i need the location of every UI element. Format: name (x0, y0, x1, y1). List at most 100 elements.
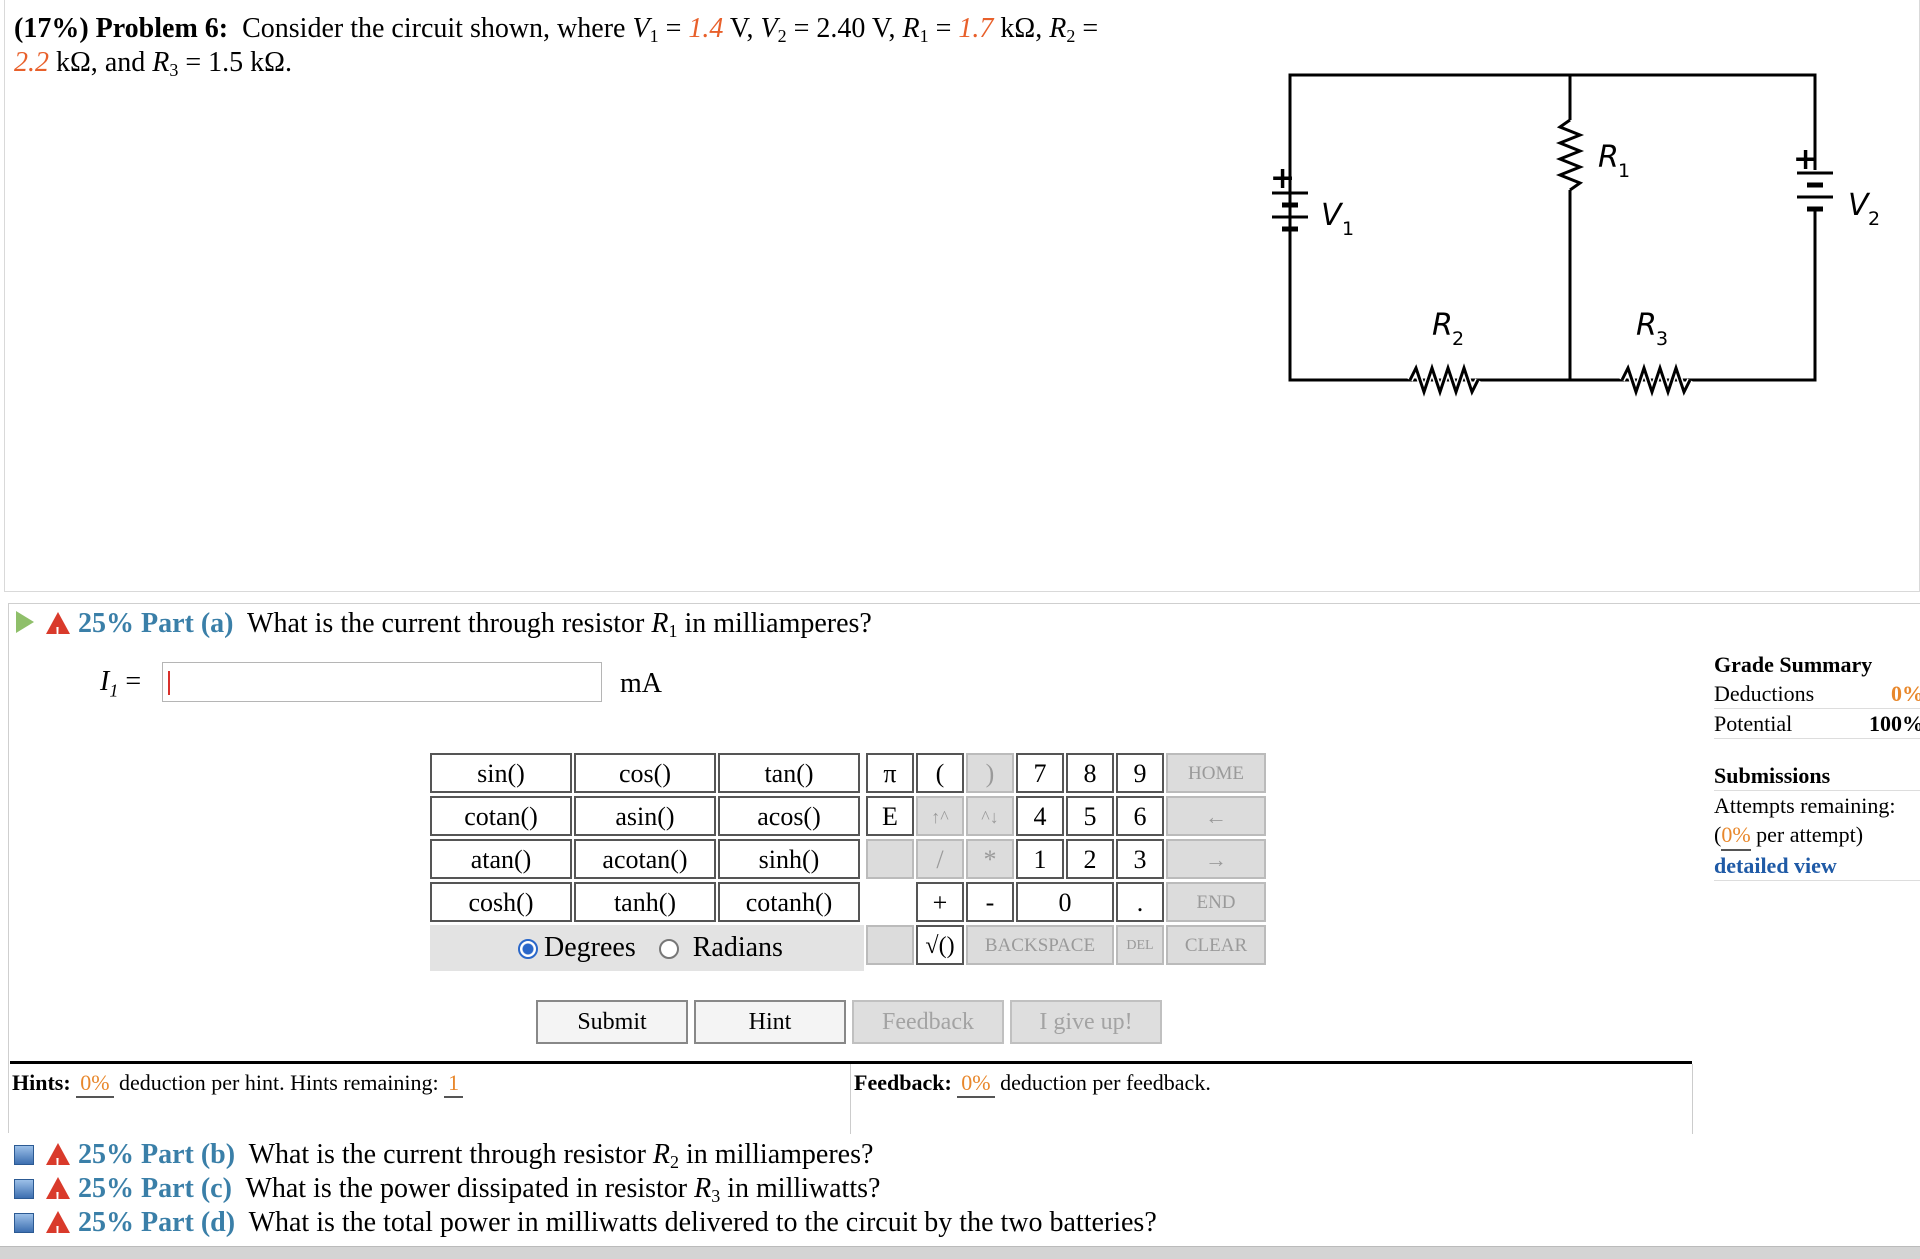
calc-power-down-button[interactable]: ^↓ (966, 796, 1014, 836)
part-d-header[interactable]: 25% Part (d) What is the total power in … (14, 1206, 1157, 1249)
collapsed-icon[interactable] (14, 1145, 34, 1165)
collapsed-icon[interactable] (14, 1213, 34, 1233)
calc-acotan-button[interactable]: acotan() (574, 839, 716, 879)
r1-zigzag (1555, 118, 1585, 192)
calc-clear-button[interactable]: CLEAR (1166, 925, 1266, 965)
calc-del-button[interactable]: DEL (1116, 925, 1164, 965)
calc-pi-button[interactable]: π (866, 753, 914, 793)
calc-cotan-button[interactable]: cotan() (430, 796, 572, 836)
submit-button[interactable]: Submit (536, 1000, 688, 1044)
feedback-button[interactable]: Feedback (852, 1000, 1004, 1044)
calc-sinh-button[interactable]: sinh() (718, 839, 860, 879)
calc-0-button[interactable]: 0 (1016, 882, 1114, 922)
part-d-question: What is the total power in milliwatts de… (248, 1207, 1157, 1238)
calc-3-button[interactable]: 3 (1116, 839, 1164, 879)
calc-sin-button[interactable]: sin() (430, 753, 572, 793)
hints-feedback-right-edge (1692, 1064, 1693, 1134)
hints-info: Hints: 0% deduction per hint. Hints rema… (12, 1070, 464, 1098)
circuit-diagram: + V 1 + V 2 R 1 R 2 R 3 (1270, 73, 1880, 402)
give-up-button[interactable]: I give up! (1010, 1000, 1162, 1044)
radians-radio[interactable] (658, 939, 679, 959)
calc-empty-button-2 (866, 925, 914, 965)
text-caret (168, 671, 170, 695)
calc-empty-button (866, 839, 914, 879)
hints-feedback-separator (850, 1064, 851, 1134)
feedback-text: deduction per feedback. (1000, 1070, 1211, 1095)
degrees-label[interactable]: Degrees (544, 932, 636, 963)
collapsed-icon[interactable] (14, 1179, 34, 1199)
submissions-title: Submissions (1714, 763, 1831, 788)
part-c-question-end: in milliwatts? (727, 1173, 881, 1204)
calc-6-button[interactable]: 6 (1116, 796, 1164, 836)
wire-bottom (1288, 245, 1817, 382)
part-b-symbol: R (652, 1139, 671, 1170)
calc-1-button[interactable]: 1 (1016, 839, 1064, 879)
grade-summary-title: Grade Summary (1714, 652, 1873, 677)
calc-2-button[interactable]: 2 (1066, 839, 1114, 879)
calc-minus-button[interactable]: - (966, 882, 1014, 922)
calc-cotanh-button[interactable]: cotanh() (718, 882, 860, 922)
deductions-value: 0% (1891, 681, 1920, 706)
part-d-label: Part (d) (141, 1207, 236, 1238)
potential-value: 100% (1869, 711, 1920, 736)
answer-label: I1 = (100, 666, 141, 702)
part-a-percent: 25% (78, 608, 134, 639)
calc-dot-button[interactable]: . (1116, 882, 1164, 922)
calc-backspace-button[interactable]: BACKSPACE (966, 925, 1114, 965)
per-attempt-text: per attempt) (1756, 822, 1864, 847)
warning-icon (46, 1143, 70, 1181)
calc-home-button[interactable]: HOME (1166, 753, 1266, 793)
calc-tanh-button[interactable]: tanh() (574, 882, 716, 922)
calc-7-button[interactable]: 7 (1016, 753, 1064, 793)
v1-label-sub: 1 (1342, 218, 1354, 240)
radians-label[interactable]: Radians (693, 932, 783, 963)
calc-5-button[interactable]: 5 (1066, 796, 1114, 836)
calc-acos-button[interactable]: acos() (718, 796, 860, 836)
answer-input[interactable] (162, 662, 602, 702)
calc-9-button[interactable]: 9 (1116, 753, 1164, 793)
detailed-view-link[interactable]: detailed view (1714, 853, 1837, 878)
other-parts-list: 25% Part (b) What is the current through… (14, 1138, 1157, 1249)
r2-label-sub: 2 (1452, 328, 1464, 350)
part-a-header[interactable]: 25% Part (a) What is the current through… (16, 607, 872, 650)
bottom-scrollbar[interactable] (0, 1246, 1920, 1259)
expand-arrow-icon[interactable] (16, 611, 34, 633)
part-c-header[interactable]: 25% Part (c) What is the power dissipate… (14, 1172, 1157, 1215)
problem-statement: (17%) Problem 6: Consider the circuit sh… (14, 13, 1099, 80)
calc-divide-button[interactable]: / (916, 839, 964, 879)
deductions-label: Deductions (1714, 681, 1815, 706)
calc-asin-button[interactable]: asin() (574, 796, 716, 836)
v2-plus-label: + (1793, 142, 1818, 177)
calc-end-button[interactable]: END (1166, 882, 1266, 922)
attempts-label: Attempts remaining: (1714, 790, 1920, 820)
r2-value: 2.2 (14, 47, 49, 78)
calc-right-button[interactable]: → (1166, 839, 1266, 879)
calc-sqrt-button[interactable]: √() (916, 925, 964, 965)
part-b-header[interactable]: 25% Part (b) What is the current through… (14, 1138, 1157, 1181)
calc-rparen-button[interactable]: ) (966, 753, 1014, 793)
calc-multiply-button[interactable]: * (966, 839, 1014, 879)
answer-eq: = (125, 666, 142, 697)
part-b-percent: 25% (78, 1139, 134, 1170)
calc-4-button[interactable]: 4 (1016, 796, 1064, 836)
calc-left-button[interactable]: ← (1166, 796, 1266, 836)
calc-plus-button[interactable]: + (916, 882, 964, 922)
calc-cos-button[interactable]: cos() (574, 753, 716, 793)
degrees-radio[interactable] (518, 939, 538, 959)
calc-tan-button[interactable]: tan() (718, 753, 860, 793)
feedback-deduction: 0% (957, 1070, 995, 1098)
r1-label-sub: 1 (1618, 160, 1630, 182)
calc-cosh-button[interactable]: cosh() (430, 882, 572, 922)
calc-lparen-button[interactable]: ( (916, 753, 964, 793)
calc-8-button[interactable]: 8 (1066, 753, 1114, 793)
part-a-question-end: in milliamperes? (684, 608, 872, 639)
calc-e-button[interactable]: E (866, 796, 914, 836)
calc-atan-button[interactable]: atan() (430, 839, 572, 879)
hints-label: Hints: (12, 1070, 71, 1095)
hint-button[interactable]: Hint (694, 1000, 846, 1044)
r1-label: R (1598, 140, 1619, 175)
r3-value: 1.5 (208, 47, 244, 78)
problem-number: Problem 6: (95, 13, 229, 44)
calc-power-up-button[interactable]: ↑^ (916, 796, 964, 836)
part-d-percent: 25% (78, 1207, 134, 1238)
